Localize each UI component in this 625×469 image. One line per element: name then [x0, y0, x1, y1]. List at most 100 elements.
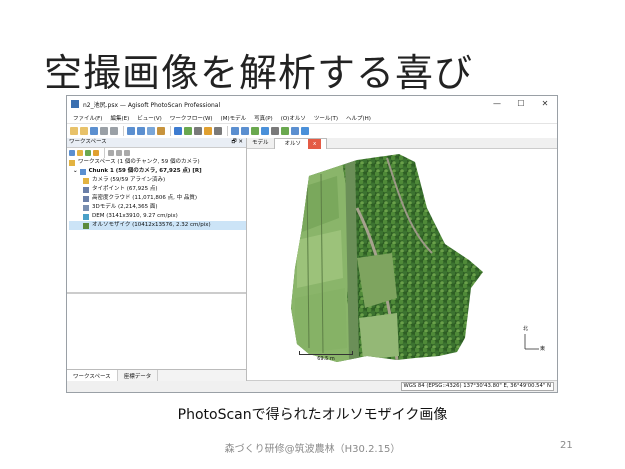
photoscan-window: n2_池尻.psx — Agisoft PhotoScan Profession…: [66, 95, 558, 393]
workspace-panel-title: ワークスペース: [69, 139, 107, 145]
toolbar-tool-icon[interactable]: [90, 127, 98, 135]
orthomosaic-content: [291, 154, 483, 362]
tree-root-label: ワークスペース (1 個のチャンク, 59 個のカメラ): [78, 159, 200, 165]
tree-item[interactable]: 高密度クラウド (11,071,806 点, 中 品質): [69, 194, 246, 203]
add-markers-icon[interactable]: [93, 150, 99, 156]
menu-workflow[interactable]: ワークフロー(W): [170, 114, 213, 122]
toolbar-tool-icon[interactable]: [194, 127, 202, 135]
toolbar-tool-icon[interactable]: [174, 127, 182, 135]
tree-item[interactable]: タイポイント (67,925 点): [69, 185, 246, 194]
enable-icon[interactable]: [124, 150, 130, 156]
toolbar-tool-icon[interactable]: [214, 127, 222, 135]
add-photos-icon[interactable]: [77, 150, 83, 156]
toolbar-tool-icon[interactable]: [261, 127, 269, 135]
tab-model[interactable]: モデル: [247, 138, 274, 148]
tree-item-icon: [83, 195, 89, 202]
toolbar-tool-icon[interactable]: [157, 127, 165, 135]
slide-title: 空撮画像を解析する喜び: [44, 51, 474, 95]
tree-root[interactable]: ワークスペース (1 個のチャンク, 59 個のカメラ): [69, 158, 246, 167]
panel-divider[interactable]: [67, 292, 246, 294]
toolbar-tool-icon[interactable]: [301, 127, 309, 135]
menu-photo[interactable]: 写真(P): [254, 114, 273, 122]
menu-file[interactable]: ファイル(F): [73, 114, 102, 122]
toolbar-tool-icon[interactable]: [100, 127, 108, 135]
tree-item-icon: [83, 222, 89, 229]
window-title: n2_池尻.psx — Agisoft PhotoScan Profession…: [83, 101, 221, 109]
disable-icon[interactable]: [116, 150, 122, 156]
tree-item[interactable]: 3Dモデル (2,214,365 面): [69, 203, 246, 212]
north-label: 北: [523, 326, 529, 332]
tree-chunk[interactable]: ⌄ Chunk 1 (59 個のカメラ, 67,925 点) [R]: [69, 167, 246, 176]
add-folder-icon[interactable]: [85, 150, 91, 156]
tree-item-label: オルソモザイク (10412x13576, 2.32 cm/pix): [92, 222, 211, 228]
scale-bar: 69.5 m: [299, 351, 353, 362]
menu-view[interactable]: ビュー(V): [137, 114, 162, 122]
chevron-down-icon[interactable]: ⌄: [73, 167, 78, 176]
tree-item-label: カメラ (59/59 アライン済み): [92, 177, 166, 183]
tree-item-icon: [83, 213, 89, 220]
toolbar-tool-icon[interactable]: [110, 127, 118, 135]
tree-item-icon: [83, 177, 89, 184]
tab-reference[interactable]: 座標データ: [118, 370, 159, 381]
add-chunk-icon[interactable]: [69, 150, 75, 156]
toolbar-tool-icon[interactable]: [80, 127, 88, 135]
page-number: 21: [560, 440, 573, 451]
remove-icon[interactable]: [108, 150, 114, 156]
panel-controls[interactable]: 🗗 ✕: [231, 138, 243, 147]
tree-item-icon: [83, 204, 89, 211]
toolbar-tool-icon[interactable]: [137, 127, 145, 135]
orthomosaic-image[interactable]: [247, 148, 558, 384]
workspace-panel: ワークスペース 🗗 ✕ ワークスペース (1 個のチャンク, 59 個のカメラ)…: [67, 138, 247, 381]
compass-arrows-icon: [524, 334, 539, 350]
toolbar-tool-icon[interactable]: [231, 127, 239, 135]
tree-item[interactable]: DEM (3141x3910, 9.27 cm/pix): [69, 212, 246, 221]
workspace-tree: ワークスペース (1 個のチャンク, 59 個のカメラ) ⌄ Chunk 1 (…: [67, 158, 246, 230]
chunk-icon: [79, 168, 86, 175]
app-icon: [71, 100, 79, 108]
toolbar-tool-icon[interactable]: [184, 127, 192, 135]
minimize-button[interactable]: —: [485, 96, 509, 112]
ortho-view[interactable]: モデル オルソ x 69.5 m 北 東: [247, 137, 558, 384]
close-tab-icon[interactable]: x: [308, 138, 322, 149]
toolbar-separator: [170, 126, 171, 136]
toolbar-separator: [123, 126, 124, 136]
tree-item-label: DEM (3141x3910, 9.27 cm/pix): [92, 213, 178, 219]
workspace-icon: [69, 159, 75, 166]
tab-ortho-label: オルソ: [284, 140, 302, 147]
toolbar-tool-icon[interactable]: [291, 127, 299, 135]
menu-tools[interactable]: ツール(T): [314, 114, 338, 122]
toolbar-tool-icon[interactable]: [127, 127, 135, 135]
maximize-button[interactable]: ☐: [509, 96, 533, 112]
menu-model[interactable]: (M)モデル: [221, 114, 247, 122]
tree-item[interactable]: オルソモザイク (10412x13576, 2.32 cm/pix): [69, 221, 246, 230]
tree-item-label: 3Dモデル (2,214,365 面): [92, 204, 158, 210]
tree-item-icon: [83, 186, 89, 193]
toolbar-tool-icon[interactable]: [70, 127, 78, 135]
tree-item-label: タイポイント (67,925 点): [92, 186, 158, 192]
tab-workspace[interactable]: ワークスペース: [67, 370, 118, 381]
workspace-panel-header: ワークスペース 🗗 ✕: [67, 138, 246, 148]
tree-item[interactable]: カメラ (59/59 アライン済み): [69, 176, 246, 185]
workspace-toolbar: [67, 148, 246, 158]
left-bottom-tabs: ワークスペース 座標データ: [67, 369, 246, 381]
coordinate-readout: WGS 84 (EPSG::4326) 137°30'43.80" E, 36°…: [400, 382, 554, 391]
menu-edit[interactable]: 編集(E): [110, 114, 129, 122]
toolbar-tool-icon[interactable]: [281, 127, 289, 135]
toolbar-tool-icon[interactable]: [271, 127, 279, 135]
toolbar-tool-icon[interactable]: [147, 127, 155, 135]
slide-footer: 森づくり研修@筑波農林（H30.2.15）: [224, 444, 401, 455]
menu-help[interactable]: ヘルプ(H): [346, 114, 371, 122]
menu-ortho[interactable]: (O)オルソ: [281, 114, 306, 122]
title-bar: n2_池尻.psx — Agisoft PhotoScan Profession…: [67, 96, 557, 112]
toolbar-tool-icon[interactable]: [241, 127, 249, 135]
compass: 北 東: [521, 326, 545, 353]
menu-bar: ファイル(F) 編集(E) ビュー(V) ワークフロー(W) (M)モデル 写真…: [67, 112, 557, 124]
toolbar-tool-icon[interactable]: [204, 127, 212, 135]
tree-item-label: 高密度クラウド (11,071,806 点, 中 品質): [92, 195, 198, 201]
east-label: 東: [540, 346, 546, 352]
close-button[interactable]: ✕: [533, 96, 557, 112]
tab-ortho[interactable]: オルソ x: [273, 137, 328, 149]
toolbar-tool-icon[interactable]: [251, 127, 259, 135]
slide-caption: PhotoScanで得られたオルソモザイク画像: [177, 407, 448, 423]
toolbar-separator: [227, 126, 228, 136]
